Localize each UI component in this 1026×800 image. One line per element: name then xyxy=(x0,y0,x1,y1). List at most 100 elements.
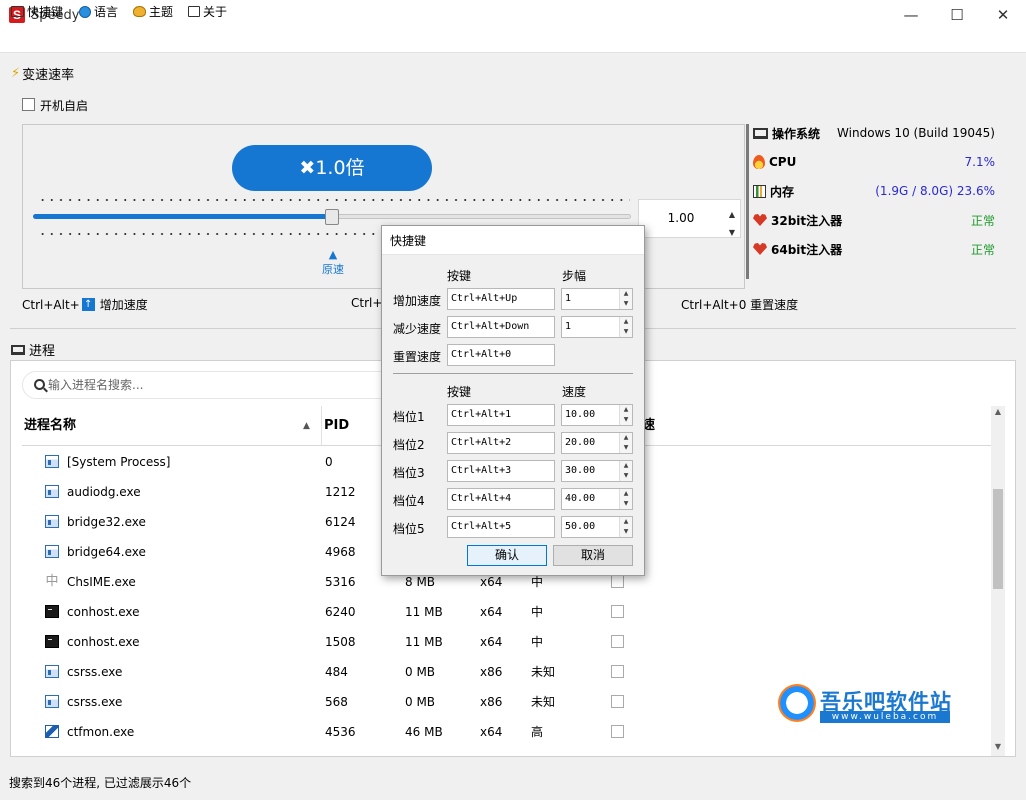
process-name: ctfmon.exe xyxy=(67,725,135,739)
dialog-spin-icon[interactable]: ▲ ▼ xyxy=(619,405,632,425)
spin-up-icon[interactable]: ▲ xyxy=(727,206,737,224)
menu-language-label: 语言 xyxy=(94,5,119,19)
console-icon xyxy=(45,605,59,618)
menu-theme[interactable]: 主题 xyxy=(133,3,173,20)
status-bar: 搜索到46个进程, 已过滤展示46个 xyxy=(0,770,1026,800)
dialog-row-label: 增加速度 xyxy=(393,294,442,308)
up-triangle-icon: ▲ xyxy=(328,248,338,261)
process-name: ChsIME.exe xyxy=(67,575,136,589)
close-button[interactable]: ✕ xyxy=(980,0,1026,31)
sysinfo-label: 32bit注入器 xyxy=(771,213,843,228)
sysinfo-value: 正常 xyxy=(970,242,995,257)
dialog-hotkey-field[interactable]: Ctrl+Alt+Down xyxy=(447,316,555,338)
dialog-gear-label: 档位2 xyxy=(393,438,425,452)
dialog-gear-hotkey-field[interactable]: Ctrl+Alt+1 xyxy=(447,404,555,426)
dialog-spin-icon[interactable]: ▲ ▼ xyxy=(619,289,632,309)
scroll-down-icon[interactable]: ▼ xyxy=(991,742,1005,751)
dialog-header-key: 按键 xyxy=(447,269,472,283)
table-row[interactable]: conhost.exe 6240 11 MB x64 中 xyxy=(22,597,991,627)
table-row[interactable]: csrss.exe 484 0 MB x86 未知 xyxy=(22,657,991,687)
menu-hotkeys[interactable]: 快捷键 xyxy=(11,3,63,20)
process-memory: 0 MB xyxy=(405,665,436,679)
scroll-up-icon[interactable]: ▲ xyxy=(991,407,1005,416)
process-pid: 6240 xyxy=(325,605,356,619)
sysinfo-value: 7.1% xyxy=(964,155,996,169)
sysinfo-value: 正常 xyxy=(970,213,995,228)
column-header-name[interactable]: 进程名称 xyxy=(22,406,322,446)
lightning-icon: ⚡ xyxy=(11,66,21,81)
heart-icon xyxy=(753,214,767,226)
process-memory: 0 MB xyxy=(405,695,436,709)
confirm-button[interactable]: 确认 xyxy=(467,545,547,566)
window-icon xyxy=(45,545,59,558)
spin-down-icon[interactable]: ▼ xyxy=(727,224,737,242)
menu-language[interactable]: 语言 xyxy=(79,3,118,20)
cancel-button[interactable]: 取消 xyxy=(553,545,633,566)
table-row[interactable]: conhost.exe 1508 11 MB x64 中 xyxy=(22,627,991,657)
process-priority: 中 xyxy=(531,635,544,649)
slider-ticks-top xyxy=(38,198,630,202)
process-arch: x86 xyxy=(480,665,503,679)
maximize-button[interactable]: ☐ xyxy=(934,0,980,31)
info-book-icon xyxy=(188,6,200,17)
dialog-gear-hotkey-field[interactable]: Ctrl+Alt+5 xyxy=(447,516,555,538)
window-icon xyxy=(45,695,59,708)
sysinfo-row: 操作系统 Windows 10 (Build 19045) xyxy=(753,123,995,143)
dialog-gear-label: 档位4 xyxy=(393,494,425,508)
speed-checkbox[interactable] xyxy=(611,725,624,738)
speed-checkbox[interactable] xyxy=(611,665,624,678)
dialog-spin-icon[interactable]: ▲ ▼ xyxy=(619,433,632,453)
process-name: conhost.exe xyxy=(67,605,140,619)
watermark-logo xyxy=(778,684,816,722)
autostart-label: 开机自启 xyxy=(40,99,89,113)
minimize-button[interactable]: — xyxy=(888,0,934,31)
globe-icon xyxy=(79,5,91,18)
process-name: csrss.exe xyxy=(67,665,123,679)
sysinfo-label: CPU xyxy=(769,155,797,169)
dialog-gear-hotkey-field[interactable]: Ctrl+Alt+2 xyxy=(447,432,555,454)
original-speed-marker[interactable]: ▲ 原速 xyxy=(319,248,347,276)
speed-checkbox[interactable] xyxy=(611,575,624,588)
dialog-gear-hotkey-field[interactable]: Ctrl+Alt+4 xyxy=(447,488,555,510)
sysinfo-value: Windows 10 (Build 19045) xyxy=(837,126,995,140)
dialog-spin-icon[interactable]: ▲ ▼ xyxy=(619,317,632,337)
process-priority: 中 xyxy=(531,605,544,619)
sort-ascending-icon: ▲ xyxy=(303,421,310,431)
dialog-gear-label: 档位3 xyxy=(393,466,425,480)
dialog-hotkey-field[interactable]: Ctrl+Alt+Up xyxy=(447,288,555,310)
ime-icon: 中 xyxy=(45,574,59,589)
process-pid: 568 xyxy=(325,695,348,709)
process-pid: 5316 xyxy=(325,575,356,589)
search-icon xyxy=(34,379,45,390)
process-pid: 1508 xyxy=(325,635,356,649)
speed-checkbox[interactable] xyxy=(611,635,624,648)
autostart-checkbox[interactable] xyxy=(22,98,35,111)
speed-multiplier-badge: ✖1.0倍 xyxy=(232,145,432,191)
sysinfo-label: 操作系统 xyxy=(772,126,821,141)
menu-bar xyxy=(0,31,1026,53)
column-header-speed[interactable]: 速 xyxy=(642,406,991,446)
dialog-gear-hotkey-field[interactable]: Ctrl+Alt+3 xyxy=(447,460,555,482)
window-icon xyxy=(45,665,59,678)
dialog-row-label: 重置速度 xyxy=(393,350,442,364)
process-priority: 高 xyxy=(531,725,544,739)
dialog-spin-icon[interactable]: ▲ ▼ xyxy=(619,517,632,537)
speed-slider-handle[interactable] xyxy=(325,209,339,225)
sysinfo-value: (1.9G / 8.0G) 23.6% xyxy=(875,184,995,198)
dialog-spin-icon[interactable]: ▲ ▼ xyxy=(619,461,632,481)
flame-icon xyxy=(753,155,765,169)
dialog-spin-icon[interactable]: ▲ ▼ xyxy=(619,489,632,509)
speed-spinbox-arrows[interactable]: ▲ ▼ xyxy=(727,206,737,242)
speed-checkbox[interactable] xyxy=(611,695,624,708)
status-text: 搜索到46个进程, 已过滤展示46个 xyxy=(9,776,192,790)
process-memory: 11 MB xyxy=(405,635,443,649)
scrollbar-thumb[interactable] xyxy=(993,489,1003,589)
dialog-hotkey-field[interactable]: Ctrl+Alt+0 xyxy=(447,344,555,366)
menu-theme-label: 主题 xyxy=(149,5,174,19)
laptop-icon xyxy=(11,344,25,355)
dialog-separator xyxy=(393,373,633,374)
speed-checkbox[interactable] xyxy=(611,605,624,618)
menu-about[interactable]: 关于 xyxy=(188,3,227,20)
window-icon xyxy=(45,455,59,468)
process-arch: x64 xyxy=(480,635,503,649)
